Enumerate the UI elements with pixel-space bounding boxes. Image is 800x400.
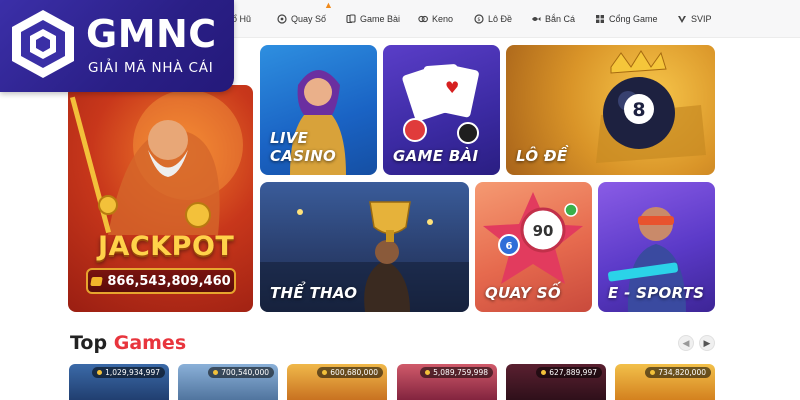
ball-90-label: 90	[533, 222, 554, 240]
svg-text:$: $	[477, 17, 480, 23]
nav-item-lo-de[interactable]: $ Lô Đề	[474, 11, 512, 27]
arrow-right-icon: ▶	[703, 337, 711, 348]
svip-icon	[677, 14, 687, 24]
game-card[interactable]: 734,820,000	[615, 364, 715, 400]
nav-item-label: Keno	[432, 14, 454, 24]
tile-game-bai[interactable]: ♥ GAME BÀI	[383, 45, 500, 175]
heading-part-games: Games	[113, 332, 187, 354]
nav-item-label: SVIP	[691, 14, 712, 24]
carousel-prev-button[interactable]: ◀	[678, 335, 694, 351]
ball-8-label: 8	[632, 99, 645, 121]
top-games-heading: Top Games	[70, 332, 186, 354]
tile-jackpot[interactable]: JACKPOT 866,543,809,460	[68, 85, 253, 312]
tile-live-casino[interactable]: LIVE CASINO	[260, 45, 377, 175]
coin-icon	[90, 276, 104, 286]
site-logo[interactable]: GMNC GIẢI MÃ NHÀ CÁI	[0, 0, 234, 92]
nav-item-quay-so[interactable]: Quay Số	[277, 11, 326, 27]
nav-item-label: Quay Số	[291, 14, 327, 24]
tile-label: E - SPORTS	[608, 284, 705, 302]
jackpot-badge: 700,540,000	[208, 367, 274, 378]
coin-icon	[213, 370, 219, 375]
coin-icon	[97, 370, 103, 375]
svg-text:♥: ♥	[445, 78, 459, 97]
coin-icon	[425, 370, 431, 375]
nav-item-label: Bắn Cá	[545, 14, 576, 24]
tile-label: GAME BÀI	[393, 147, 479, 165]
tile-label: QUAY SỐ	[485, 284, 561, 302]
nav-item-game-bai[interactable]: Game Bài	[346, 11, 400, 27]
jackpot-badge: 1,029,934,997	[92, 367, 165, 378]
coin-icon	[541, 370, 547, 375]
heading-part-top: Top	[70, 332, 108, 354]
jackpot-badge: 600,680,000	[317, 367, 383, 378]
jackpot-badge: 627,889,997	[536, 367, 602, 378]
nav-item-svip[interactable]: SVIP	[677, 11, 712, 27]
cards-icon	[346, 14, 356, 24]
logo-title: GMNC	[86, 12, 217, 56]
nav-item-label: ổ Hũ	[232, 14, 252, 24]
logo-subtitle: GIẢI MÃ NHÀ CÁI	[88, 60, 214, 76]
tile-label: THỂ THAO	[270, 284, 358, 302]
tile-lo-de[interactable]: 8 LÔ ĐỀ	[506, 45, 715, 175]
arrow-left-icon: ◀	[682, 337, 690, 348]
jackpot-badge: 734,820,000	[645, 367, 711, 378]
nav-item-cong-game[interactable]: Cổng Game	[595, 11, 658, 27]
tile-the-thao[interactable]: THỂ THAO	[260, 182, 469, 312]
game-card[interactable]: 5,089,759,998	[397, 364, 497, 400]
nav-item-label: Lô Đề	[488, 14, 513, 24]
tile-e-sports[interactable]: E - SPORTS	[598, 182, 715, 312]
nav-item-label: Cổng Game	[609, 14, 658, 24]
game-card[interactable]: 600,680,000	[287, 364, 387, 400]
coin-icon	[650, 370, 656, 375]
nav-item-keno[interactable]: Keno	[418, 11, 453, 27]
lode-icon: $	[474, 14, 484, 24]
game-card[interactable]: 1,029,934,997	[69, 364, 169, 400]
jackpot-amount-box: 866,543,809,460	[86, 268, 236, 294]
game-card[interactable]: 627,889,997	[506, 364, 606, 400]
lottery-icon	[277, 14, 287, 24]
jackpot-title: JACKPOT	[98, 231, 235, 262]
jackpot-badge: 5,089,759,998	[420, 367, 493, 378]
nav-item-ban-ca[interactable]: Bắn Cá	[531, 11, 575, 27]
carousel-next-button[interactable]: ▶	[699, 335, 715, 351]
flame-icon: ▲	[324, 0, 333, 10]
game-card[interactable]: 700,540,000	[178, 364, 278, 400]
tile-label: LIVE CASINO	[270, 129, 337, 165]
nav-item-label: Game Bài	[360, 14, 401, 24]
jackpot-amount: 866,543,809,460	[107, 273, 231, 289]
tile-label: LÔ ĐỀ	[516, 147, 568, 165]
grid-icon	[595, 14, 605, 24]
keno-icon	[418, 14, 428, 24]
ball-6-label: 6	[506, 241, 513, 252]
coin-icon	[322, 370, 328, 375]
gmnc-cube-icon	[12, 10, 74, 78]
tile-quay-so[interactable]: 90 6 QUAY SỐ	[475, 182, 592, 312]
nav-item-no-hu[interactable]: ổ Hũ	[232, 11, 251, 27]
fish-icon	[531, 14, 541, 24]
